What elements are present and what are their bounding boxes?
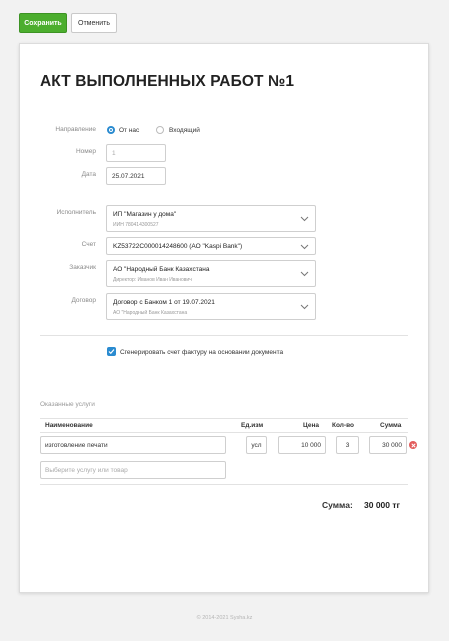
divider xyxy=(40,418,408,419)
radio-outgoing-label: От нас xyxy=(119,127,140,134)
customer-value: АО "Народный Банк Казахстана xyxy=(113,266,210,273)
contract-value: Договор с Банком 1 от 19.07.2021 xyxy=(113,299,215,306)
divider xyxy=(40,484,408,485)
service-unit-field[interactable]: усл xyxy=(246,436,267,454)
executor-select[interactable]: ИП "Магазин у дома" ИИН 780414300527 xyxy=(106,205,316,232)
remove-row-icon[interactable] xyxy=(409,441,417,449)
document-card: АКТ ВЫПОЛНЕННЫХ РАБОТ №1 Направление От … xyxy=(19,43,429,593)
total-label: Сумма: xyxy=(322,500,353,510)
divider xyxy=(40,432,408,433)
date-label: Дата xyxy=(81,171,96,178)
radio-incoming-label: Входящий xyxy=(169,127,200,134)
page-title: АКТ ВЫПОЛНЕННЫХ РАБОТ №1 xyxy=(40,73,295,90)
direction-label: Направление xyxy=(55,126,96,133)
customer-select[interactable]: АО "Народный Банк Казахстана Директор: И… xyxy=(106,260,316,287)
services-title: Оказанные услуги xyxy=(40,401,95,408)
generate-invoice-checkbox[interactable] xyxy=(107,347,116,356)
radio-outgoing[interactable] xyxy=(107,126,115,134)
save-button[interactable]: Сохранить xyxy=(19,13,67,33)
customer-sub: Директор: Иванов Иван Иванович xyxy=(113,277,192,283)
account-label: Счет xyxy=(81,241,96,248)
column-qty: Кол-во xyxy=(332,422,354,429)
add-service-field[interactable]: Выберите услугу или товар xyxy=(40,461,226,479)
account-select[interactable]: KZ53722C000014248600 (АО "Kaspi Bank") xyxy=(106,237,316,255)
column-name: Наименование xyxy=(45,422,93,429)
footer-copyright: © 2014-2021 Sysha.kz xyxy=(196,615,253,621)
customer-label: Заказчик xyxy=(69,264,96,271)
service-qty-field[interactable]: 3 xyxy=(336,436,359,454)
executor-label: Исполнитель xyxy=(56,209,96,216)
check-icon xyxy=(108,349,115,355)
executor-value: ИП "Магазин у дома" xyxy=(113,211,177,218)
chevron-down-icon xyxy=(300,216,309,222)
chevron-down-icon xyxy=(300,304,309,310)
date-field[interactable]: 25.07.2021 xyxy=(106,167,166,185)
divider xyxy=(40,335,408,336)
radio-incoming[interactable] xyxy=(156,126,164,134)
service-sum-field[interactable]: 30 000 xyxy=(369,436,407,454)
column-sum: Сумма xyxy=(380,422,402,429)
number-field[interactable]: 1 xyxy=(106,144,166,162)
contract-sub: АО "Народный Банк Казахстана xyxy=(113,310,188,316)
contract-select[interactable]: Договор с Банком 1 от 19.07.2021 АО "Нар… xyxy=(106,293,316,320)
number-label: Номер xyxy=(75,148,96,155)
service-price-field[interactable]: 10 000 xyxy=(278,436,326,454)
chevron-down-icon xyxy=(300,244,309,250)
executor-sub: ИИН 780414300527 xyxy=(113,222,159,228)
column-unit: Ед.изм xyxy=(241,422,264,429)
chevron-down-icon xyxy=(300,271,309,277)
cancel-button[interactable]: Отменить xyxy=(71,13,117,33)
contract-label: Договор xyxy=(71,297,96,304)
account-value: KZ53722C000014248600 (АО "Kaspi Bank") xyxy=(113,243,243,250)
service-name-field[interactable]: изготовление печати xyxy=(40,436,226,454)
generate-invoice-label: Сгенерировать счет фактуру на основании … xyxy=(120,349,284,356)
column-price: Цена xyxy=(303,422,319,429)
total-value: 30 000 тг xyxy=(364,500,401,510)
